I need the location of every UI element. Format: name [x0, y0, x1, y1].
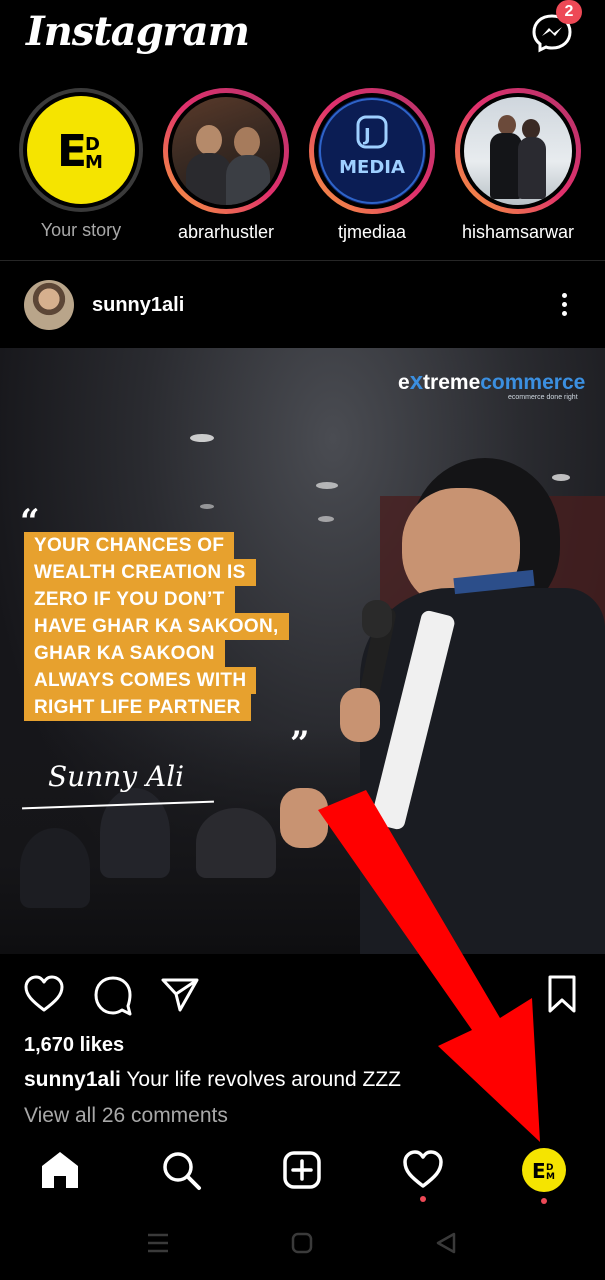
recent-apps-icon[interactable]: [146, 1232, 170, 1254]
caption-username[interactable]: sunny1ali: [24, 1068, 121, 1091]
tjmedia-logo-icon: J MEDIA: [319, 98, 425, 204]
activity-heart-icon: [403, 1150, 443, 1188]
story-abrarhustler[interactable]: abrarhustler: [151, 88, 301, 243]
nav-search[interactable]: [157, 1146, 205, 1194]
extremecommerce-logo: extremecommerce: [398, 368, 586, 395]
tjmedia-logo-avatar: J MEDIA: [318, 97, 426, 205]
nav-home[interactable]: [36, 1146, 84, 1194]
quote-line: WEALTH CREATION IS: [24, 559, 256, 586]
story-label: hishamsarwar: [461, 222, 575, 242]
nav-profile[interactable]: E D M: [520, 1146, 568, 1194]
svg-text:E: E: [57, 126, 87, 177]
quote-line: ZERO IF YOU DON’T: [24, 586, 235, 613]
home-system-icon[interactable]: [290, 1231, 314, 1255]
signature: Sunny Ali: [48, 760, 185, 793]
instagram-logo[interactable]: Instagram: [26, 8, 250, 55]
svg-text:E: E: [532, 1159, 546, 1183]
profile-notification-dot: [541, 1198, 547, 1204]
story-label: tjmediaa: [337, 222, 407, 242]
post-caption: sunny1ali Your life revolves around ZZZ: [24, 1068, 401, 1092]
svg-text:M: M: [85, 152, 103, 173]
story-your-story[interactable]: E D M Your story: [6, 88, 156, 241]
activity-notification-dot: [420, 1196, 426, 1202]
quote-line: HAVE GHAR KA SAKOON,: [24, 613, 289, 640]
nav-new-post[interactable]: [278, 1146, 326, 1194]
stories-divider: [0, 260, 605, 261]
hishamsarwar-avatar: [464, 97, 572, 205]
edm-logo-avatar: E D M: [27, 96, 135, 204]
quote-line: ALWAYS COMES WITH: [24, 667, 257, 694]
quote-line: RIGHT LIFE PARTNER: [24, 694, 251, 721]
edm-logo-icon: E D M: [57, 126, 103, 177]
extremecommerce-tagline: ecommerce done right: [508, 394, 578, 401]
svg-text:M: M: [546, 1172, 555, 1182]
top-bar: Instagram 2: [0, 0, 605, 72]
quote-line: GHAR KA SAKOON: [24, 640, 225, 667]
story-tjmediaa[interactable]: J MEDIA tjmediaa: [297, 88, 447, 243]
bookmark-save-icon[interactable]: [546, 974, 578, 1014]
system-nav-bar: [0, 1216, 605, 1280]
bottom-nav: E D M: [0, 1138, 605, 1210]
more-dots-icon: [561, 293, 567, 298]
post-actions: [0, 974, 605, 1018]
story-hishamsarwar[interactable]: hishamsarwar: [443, 88, 593, 243]
quote-close-mark: ”: [290, 724, 310, 764]
svg-text:MEDIA: MEDIA: [339, 157, 405, 178]
story-ring: [455, 88, 581, 214]
search-icon: [163, 1152, 201, 1190]
post-header: sunny1ali: [0, 276, 605, 334]
comment-icon[interactable]: [92, 974, 134, 1016]
story-ring: [163, 88, 289, 214]
abrarhustler-avatar: [172, 97, 280, 205]
add-post-icon: [283, 1151, 321, 1189]
quote-line: YOUR CHANCES OF: [24, 532, 235, 559]
like-heart-icon[interactable]: [22, 974, 66, 1014]
home-icon: [42, 1152, 78, 1188]
story-ring: E D M: [19, 88, 143, 212]
profile-avatar-icon: E D M: [522, 1148, 566, 1192]
likes-count[interactable]: 1,670 likes: [24, 1034, 124, 1057]
post-options-button[interactable]: [552, 290, 576, 322]
post-username[interactable]: sunny1ali: [92, 294, 184, 317]
svg-text:J: J: [362, 125, 371, 146]
quote-text-block: YOUR CHANCES OF WEALTH CREATION IS ZERO …: [24, 532, 340, 726]
nav-activity[interactable]: [399, 1146, 447, 1194]
stories-tray: E D M Your story abrarhustler J MEDIA tj…: [0, 88, 605, 260]
post-author-avatar[interactable]: [24, 280, 74, 330]
share-send-icon[interactable]: [160, 976, 200, 1014]
view-comments-link[interactable]: View all 26 comments: [24, 1104, 228, 1128]
caption-text: Your life revolves around ZZZ: [120, 1068, 402, 1091]
messages-badge: 2: [556, 0, 582, 24]
back-system-icon[interactable]: [434, 1231, 458, 1255]
story-ring: J MEDIA: [309, 88, 435, 214]
story-label: Your story: [40, 220, 122, 240]
story-label: abrarhustler: [177, 222, 275, 242]
